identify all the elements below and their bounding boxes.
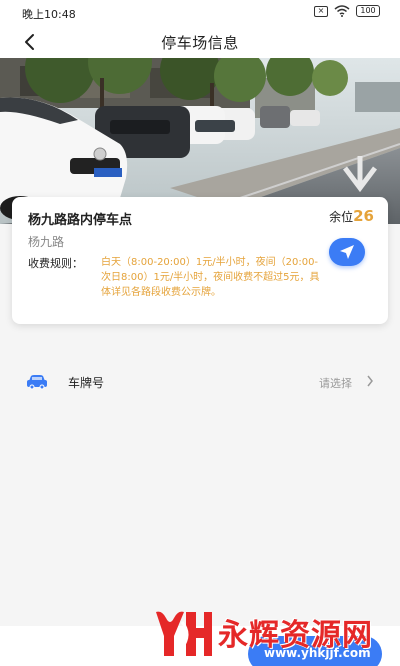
status-bar: 晚上10:48 × 100 xyxy=(0,0,400,26)
battery-icon: 100 xyxy=(356,5,380,17)
available-spaces: 余位26 xyxy=(329,207,374,225)
parking-lot-address: 杨九路 xyxy=(28,235,65,249)
available-spaces-label: 余位 xyxy=(329,210,354,224)
navigation-arrow-icon xyxy=(340,245,354,259)
sim-card-icon: × xyxy=(314,5,328,17)
status-icons: × 100 xyxy=(314,5,380,17)
license-plate-label: 车牌号 xyxy=(68,376,105,390)
license-plate-select[interactable]: 请选择 xyxy=(319,375,352,391)
nav-bar: 停车场信息 xyxy=(0,26,400,58)
navigate-button[interactable] xyxy=(329,238,365,266)
fee-rule-text: 白天（8:00-20:00）1元/半小时，夜间（20:00-次日8:00）1元/… xyxy=(101,257,320,298)
license-plate-row[interactable]: 车牌号 请选择 xyxy=(0,366,400,398)
wifi-icon xyxy=(334,5,350,17)
chevron-right-icon xyxy=(367,375,373,387)
parking-lot-name: 杨九路路内停车点 xyxy=(28,213,133,228)
submit-button[interactable] xyxy=(248,636,382,666)
fee-rule-label: 收费规则： xyxy=(28,257,83,270)
page-title: 停车场信息 xyxy=(161,34,239,52)
parking-info-card: 杨九路路内停车点 余位26 杨九路 收费规则： 白天（8:00-20:00）1元… xyxy=(12,197,388,324)
available-spaces-count: 26 xyxy=(353,207,374,225)
status-time: 晚上10:48 xyxy=(22,8,76,21)
car-icon xyxy=(27,375,47,390)
